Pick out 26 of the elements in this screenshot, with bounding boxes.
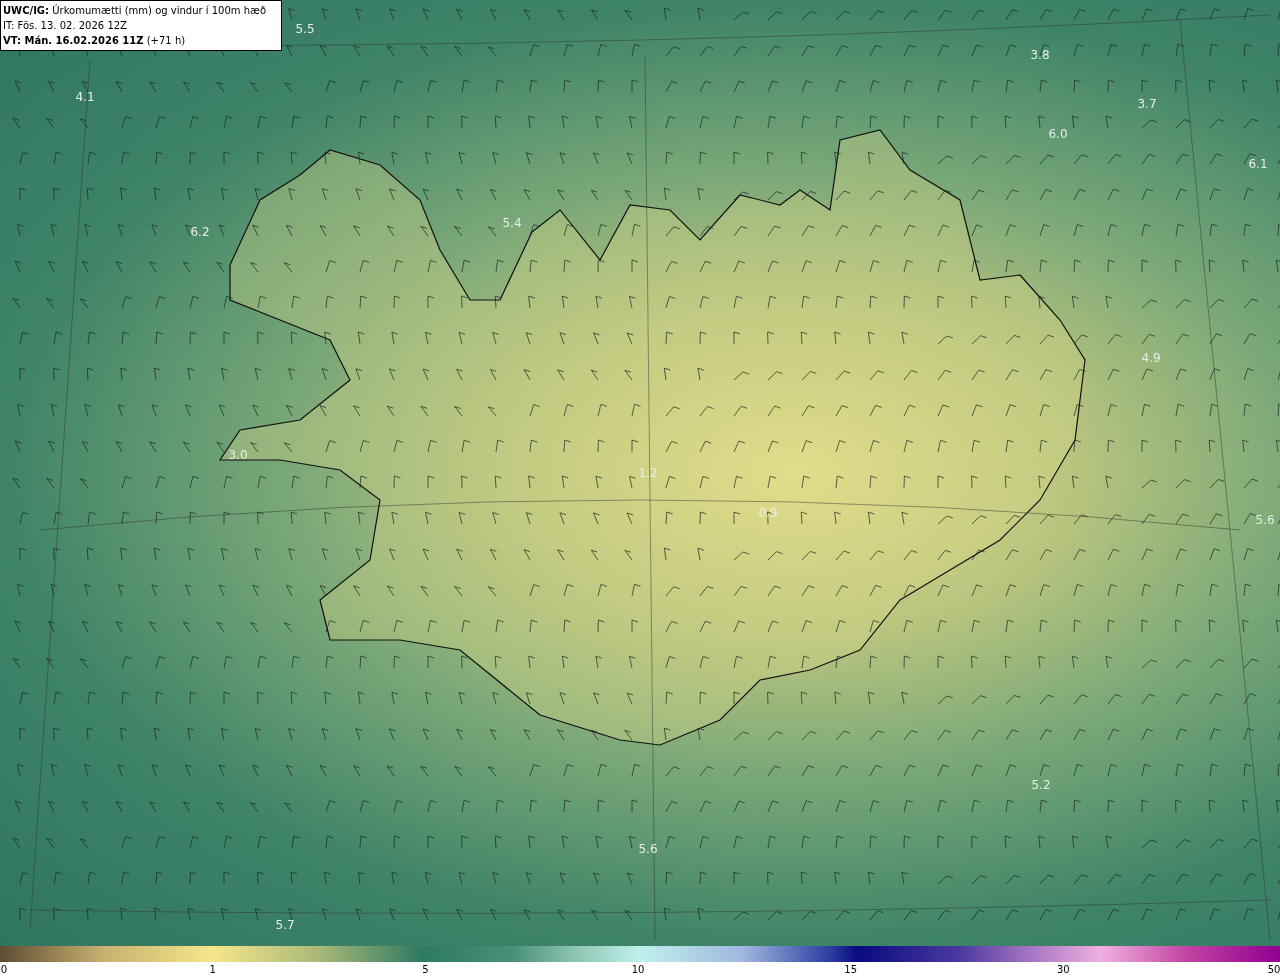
colorbar-tick-label: 30 (1056, 963, 1070, 977)
map-value-label: 1.2 (638, 465, 658, 482)
colorbar-tick-label: 1 (209, 963, 216, 977)
header-text: IT: Fös. 13. 02. 2026 12Z (3, 19, 128, 33)
map-value-label: 3.8 (1030, 47, 1050, 64)
colorbar-tick-label: 50 (1267, 963, 1280, 977)
map-value-label: 4.9 (1141, 350, 1161, 367)
map-value-label: 5.5 (295, 21, 315, 38)
map-value-label: 3.7 (1137, 96, 1157, 113)
header-text: UWC/IG: Úrkomumætti (mm) og vindur í 100m hæð (3, 3, 268, 18)
colorbar-tick-label: 5 (422, 963, 429, 977)
colorbar-tick-label: 10 (631, 963, 645, 977)
map-value-label: 3.0 (228, 447, 248, 464)
map-value-label: 6.2 (190, 224, 210, 241)
map-value-label: 4.1 (75, 89, 95, 106)
colorbar-tick-label: 15 (844, 963, 857, 977)
map-value-label: 6.0 (1048, 126, 1068, 143)
map-value-label: 5.6 (638, 841, 658, 858)
map-value-label: 5.6 (1255, 512, 1275, 529)
map-value-label: 6.1 (1248, 156, 1268, 173)
map-value-label: 5.7 (275, 917, 295, 934)
header-text: VT: Mán. 16.02.2026 11Z (+71 h) (3, 34, 187, 48)
map-value-label: 5.4 (502, 215, 522, 232)
map-value-label: 0.9 (758, 505, 778, 522)
map-value-label: 5.2 (1031, 777, 1051, 794)
colorbar-tick-label: 0 (0, 963, 8, 977)
